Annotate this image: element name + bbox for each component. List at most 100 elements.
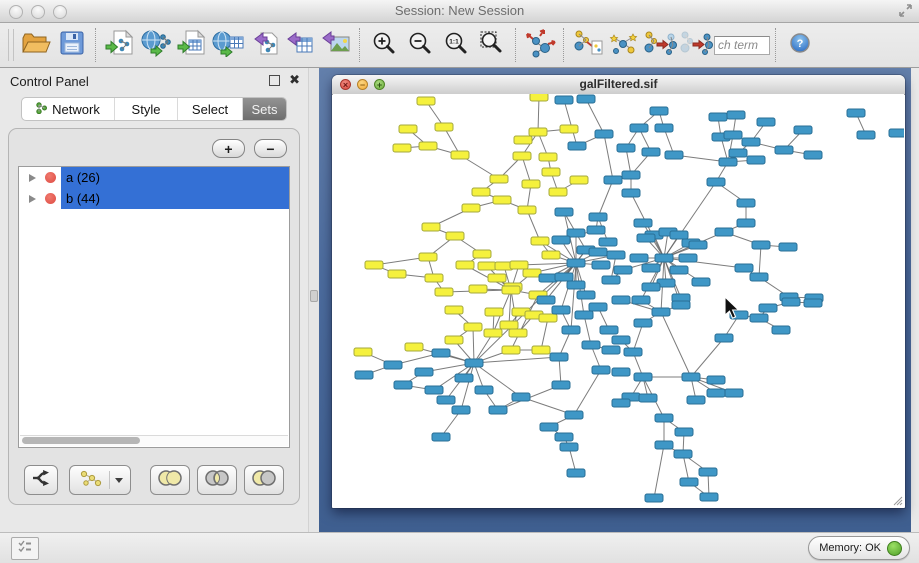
toolbar-separator	[95, 28, 97, 62]
graph-node	[747, 156, 765, 164]
graph-node	[542, 168, 560, 176]
scrollbar-thumb[interactable]	[22, 437, 140, 444]
hide-selected-button[interactable]	[642, 26, 678, 64]
network-window-titlebar[interactable]: × − + galFiltered.sif	[332, 75, 905, 95]
graph-node	[639, 394, 657, 402]
zoom-actual-size-icon: 1:1	[443, 30, 469, 61]
graph-node	[637, 234, 655, 242]
panel-splitter[interactable]	[308, 68, 319, 532]
import-table-url-button[interactable]	[210, 26, 246, 64]
open-session-button[interactable]	[18, 26, 54, 64]
control-panel-title: Control Panel	[10, 74, 89, 89]
search-input[interactable]	[714, 36, 770, 55]
graph-node	[650, 107, 668, 115]
intersection-venn-icon	[203, 469, 231, 492]
graph-node	[570, 176, 588, 184]
import-table-file-icon	[177, 29, 207, 62]
task-history-button[interactable]	[11, 537, 39, 560]
show-all-button[interactable]	[678, 26, 714, 64]
graph-node	[456, 261, 474, 269]
sets-list[interactable]: a (26) b (44)	[18, 166, 290, 448]
export-network-button[interactable]	[246, 26, 282, 64]
new-network-from-selection-button[interactable]	[570, 26, 606, 64]
graph-node	[634, 319, 652, 327]
zoom-fit-button[interactable]	[474, 26, 510, 64]
graph-node	[552, 381, 570, 389]
graph-node	[452, 406, 470, 414]
graph-node	[531, 237, 549, 245]
zoom-out-button[interactable]	[402, 26, 438, 64]
graph-node	[567, 469, 585, 477]
disclosure-triangle-icon[interactable]	[29, 174, 36, 182]
union-button[interactable]	[150, 465, 190, 495]
resize-grip-icon[interactable]	[894, 497, 902, 505]
zoom-fit-icon	[479, 30, 505, 61]
graph-node	[699, 468, 717, 476]
export-image-button[interactable]	[318, 26, 354, 64]
sets-footer-buttons	[24, 464, 291, 496]
tab-sets[interactable]: Sets	[243, 98, 286, 120]
zoom-in-icon	[371, 30, 397, 61]
graph-node	[537, 296, 555, 304]
network-window[interactable]: × − + galFiltered.sif	[332, 75, 905, 508]
tab-style[interactable]: Style	[115, 98, 178, 120]
graph-node	[692, 278, 710, 286]
disclosure-triangle-icon[interactable]	[29, 195, 36, 203]
graph-node	[582, 341, 600, 349]
graph-node	[575, 311, 593, 319]
zoom-actual-size-button[interactable]: 1:1	[438, 26, 474, 64]
list-item[interactable]: a (26)	[19, 167, 289, 188]
help-button[interactable]: ?	[782, 26, 818, 64]
splitter-collapse-handle[interactable]	[310, 290, 318, 302]
apply-layout-button[interactable]	[522, 26, 558, 64]
list-item[interactable]: b (44)	[19, 188, 289, 209]
add-set-button[interactable]: +	[212, 139, 245, 158]
create-set-dropdown-button[interactable]	[69, 465, 131, 495]
remove-set-button[interactable]: −	[254, 139, 287, 158]
graph-node	[679, 254, 697, 262]
frame-maximize-icon[interactable]: +	[374, 79, 385, 90]
memory-status-label: Memory: OK	[819, 542, 881, 554]
network-canvas[interactable]	[333, 94, 904, 508]
graph-node	[530, 94, 548, 101]
graph-node	[502, 346, 520, 354]
export-table-button[interactable]	[282, 26, 318, 64]
memory-status-button[interactable]: Memory: OK	[808, 536, 910, 560]
graph-node	[399, 125, 417, 133]
graph-node	[435, 123, 453, 131]
graph-node	[670, 231, 688, 239]
graph-node	[634, 219, 652, 227]
fullscreen-icon[interactable]	[898, 3, 913, 23]
import-network-url-button[interactable]	[138, 26, 174, 64]
frame-minimize-icon[interactable]: −	[357, 79, 368, 90]
graph-node	[555, 433, 573, 441]
graph-node	[600, 326, 618, 334]
first-neighbors-button[interactable]	[606, 26, 642, 64]
graph-node	[394, 381, 412, 389]
horizontal-scrollbar[interactable]	[20, 435, 288, 446]
graph-node	[539, 153, 557, 161]
frame-close-icon[interactable]: ×	[340, 79, 351, 90]
graph-node	[804, 299, 822, 307]
import-table-file-button[interactable]	[174, 26, 210, 64]
intersection-button[interactable]	[197, 465, 237, 495]
save-session-button[interactable]	[54, 26, 90, 64]
graph-node	[680, 478, 698, 486]
zoom-in-button[interactable]	[366, 26, 402, 64]
graph-node	[490, 175, 508, 183]
split-sets-button[interactable]	[24, 465, 58, 495]
graph-node	[523, 269, 541, 277]
graph-node	[655, 414, 673, 422]
sets-panel: + − a (26) b (44)	[8, 128, 300, 505]
float-panel-icon[interactable]	[269, 75, 280, 86]
import-network-file-button[interactable]	[102, 26, 138, 64]
close-panel-icon[interactable]: ✖	[289, 74, 300, 86]
tab-network[interactable]: Network	[22, 98, 115, 120]
difference-button[interactable]	[244, 465, 284, 495]
graph-node	[707, 178, 725, 186]
graph-node	[451, 151, 469, 159]
graph-node	[539, 314, 557, 322]
tab-select[interactable]: Select	[178, 98, 243, 120]
graph-node	[700, 493, 718, 501]
graph-node	[529, 128, 547, 136]
